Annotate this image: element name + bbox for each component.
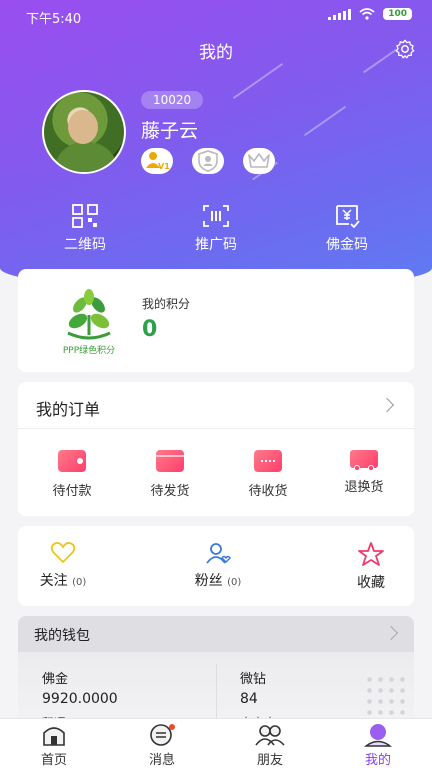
avatar[interactable] bbox=[42, 90, 126, 174]
promo-code-label: 推广码 bbox=[195, 237, 237, 253]
points-card[interactable]: PPP绿色积分 我的积分 0 bbox=[18, 269, 414, 372]
tab-messages-label: 消息 bbox=[148, 753, 175, 768]
orders-chevron-right-icon[interactable] bbox=[379, 397, 395, 413]
tab-messages[interactable]: 消息 bbox=[122, 723, 202, 768]
friends-icon bbox=[255, 725, 285, 746]
order-return-exchange-label: 退换货 bbox=[344, 480, 384, 495]
order-pending-shipment-label: 待发货 bbox=[150, 484, 190, 499]
promo-code-button[interactable]: 推广码 bbox=[171, 204, 261, 254]
order-pending-receipt[interactable]: 待收货 bbox=[228, 450, 308, 499]
weizuan-balance: 微钻 84 bbox=[240, 668, 266, 707]
svg-text:V1: V1 bbox=[158, 162, 170, 171]
points-label: 我的积分 bbox=[142, 297, 191, 311]
wallet-icon bbox=[58, 450, 86, 472]
orders-card: 我的订单 待付款 待发货 待收货 退换货 bbox=[18, 382, 414, 516]
points-value: 0 bbox=[142, 317, 158, 342]
wifi-icon bbox=[359, 8, 375, 20]
tab-friends[interactable]: 朋友 bbox=[230, 723, 310, 768]
box-icon bbox=[156, 450, 184, 472]
qr-code-icon bbox=[72, 204, 98, 228]
follow-button[interactable]: 关注 (0) bbox=[18, 542, 108, 590]
signal-icon bbox=[328, 8, 352, 20]
orders-title: 我的订单 bbox=[36, 400, 101, 419]
status-time: 下午5:40 bbox=[26, 12, 82, 27]
weizuan-label: 微钻 bbox=[240, 672, 267, 687]
user-fans-icon bbox=[206, 543, 231, 564]
crown-icon bbox=[248, 153, 270, 168]
message-box-icon bbox=[254, 450, 282, 472]
tab-friends-label: 朋友 bbox=[256, 753, 283, 768]
order-pending-payment-label: 待付款 bbox=[52, 484, 92, 499]
home-icon bbox=[43, 727, 65, 746]
tab-mine[interactable]: 我的 bbox=[338, 723, 418, 768]
qr-code-label: 二维码 bbox=[64, 237, 106, 253]
favorites-label: 收藏 bbox=[357, 575, 385, 591]
order-pending-payment[interactable]: 待付款 bbox=[32, 450, 112, 499]
favorites-button[interactable]: 收藏 bbox=[326, 542, 416, 592]
yen-code-icon bbox=[336, 205, 360, 228]
fojin-code-label: 佛金码 bbox=[326, 237, 368, 253]
follow-label: 关注 bbox=[39, 573, 68, 589]
order-return-exchange[interactable]: 退换货 bbox=[324, 450, 404, 495]
order-pending-receipt-label: 待收货 bbox=[248, 484, 288, 499]
divider bbox=[18, 428, 414, 429]
battery-indicator: 100 bbox=[383, 8, 412, 20]
tab-home[interactable]: 首页 bbox=[14, 723, 94, 768]
shield-user-icon bbox=[198, 150, 218, 172]
social-card: 关注 (0) 粉丝 (0) 收藏 bbox=[18, 526, 414, 606]
verified-shield-badge[interactable] bbox=[192, 148, 224, 174]
fojin-value: 9920.0000 bbox=[42, 691, 118, 707]
fans-label: 粉丝 bbox=[194, 573, 223, 589]
tab-home-label: 首页 bbox=[40, 753, 67, 768]
svg-text:PPP绿色积分: PPP绿色积分 bbox=[63, 344, 115, 356]
settings-gear-icon[interactable] bbox=[394, 38, 416, 60]
fojin-balance: 佛金 9920.0000 bbox=[42, 668, 118, 707]
follow-count: (0) bbox=[72, 577, 87, 588]
user-id-badge: 10020 bbox=[141, 91, 204, 109]
level-badge[interactable]: V1 bbox=[141, 148, 173, 174]
divider bbox=[216, 664, 217, 724]
weizuan-value: 84 bbox=[240, 691, 258, 707]
status-bar: 下午5:40 100 bbox=[0, 0, 432, 30]
fojin-label: 佛金 bbox=[42, 672, 69, 687]
dot-pattern bbox=[364, 674, 408, 718]
fans-count: (0) bbox=[227, 577, 242, 588]
truck-icon bbox=[350, 450, 378, 471]
ppp-green-points-logo: PPP绿色积分 bbox=[63, 289, 115, 356]
barcode-icon bbox=[203, 205, 229, 227]
wallet-title: 我的钱包 bbox=[34, 628, 90, 644]
wallet-chevron-right-icon[interactable] bbox=[383, 625, 399, 641]
page-title: 我的 bbox=[199, 43, 233, 63]
user-name: 藤子云 bbox=[141, 120, 199, 142]
bottom-tab-bar: 首页 消息 朋友 我的 bbox=[0, 718, 432, 768]
tab-mine-label: 我的 bbox=[364, 753, 391, 768]
star-icon bbox=[358, 542, 384, 566]
crown-badge[interactable] bbox=[243, 148, 275, 174]
heart-icon bbox=[50, 542, 76, 564]
order-pending-shipment[interactable]: 待发货 bbox=[130, 450, 210, 499]
fojin-code-button[interactable]: 佛金码 bbox=[302, 204, 392, 254]
profile-icon bbox=[363, 724, 393, 747]
user-level-icon: V1 bbox=[146, 152, 170, 171]
qr-code-button[interactable]: 二维码 bbox=[40, 204, 130, 254]
fans-button[interactable]: 粉丝 (0) bbox=[173, 542, 263, 590]
message-icon bbox=[150, 724, 175, 746]
